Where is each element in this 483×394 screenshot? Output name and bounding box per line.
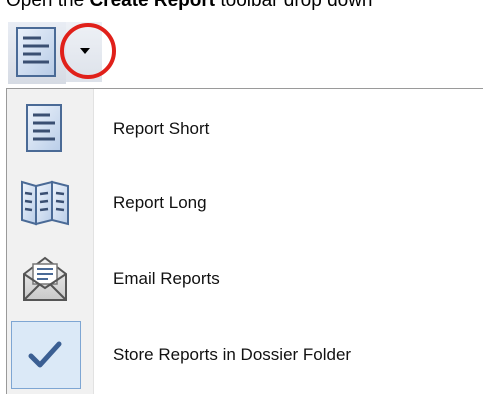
create-report-button[interactable] xyxy=(8,22,66,84)
menu-item-report-short[interactable]: Report Short xyxy=(7,93,483,165)
menu-item-store-reports-dossier[interactable]: Store Reports in Dossier Folder xyxy=(7,319,483,391)
menu-item-label: Email Reports xyxy=(113,269,220,288)
menu-item-label: Report Long xyxy=(113,193,207,212)
menu-item-email-reports[interactable]: Email Reports xyxy=(7,243,483,315)
instruction-text: Open the Create Report toolbar drop down xyxy=(6,0,373,12)
report-long-icon xyxy=(15,173,75,233)
menu-item-label: Store Reports in Dossier Folder xyxy=(113,345,352,364)
instruction-suffix: toolbar drop down xyxy=(215,0,373,11)
report-short-icon xyxy=(15,99,75,159)
checkmark-icon xyxy=(15,325,75,385)
create-report-dropdown-menu: Report Short Report Long Email Reports S… xyxy=(6,88,483,394)
email-envelope-icon xyxy=(15,249,75,309)
report-icon xyxy=(16,27,56,77)
menu-item-label: Report Short xyxy=(113,119,210,138)
menu-item-report-long[interactable]: Report Long xyxy=(7,167,483,239)
instruction-prefix: Open the xyxy=(6,0,90,11)
instruction-bold: Create Report xyxy=(89,0,216,11)
highlight-circle xyxy=(60,23,116,79)
